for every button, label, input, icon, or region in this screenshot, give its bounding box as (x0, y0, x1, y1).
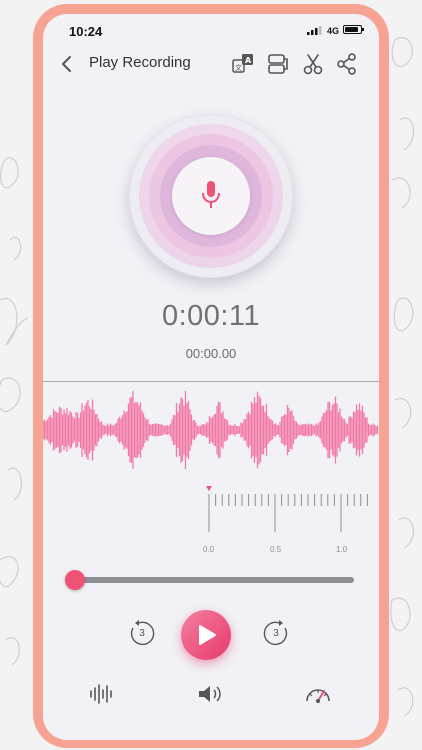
playhead-marker (206, 486, 212, 491)
volume-icon (199, 686, 221, 702)
trim-button[interactable] (301, 52, 325, 76)
translate-icon: A 文 (232, 54, 253, 73)
status-bar: 10:24 4G (43, 14, 379, 48)
document-icon (268, 54, 288, 74)
audio-waveform[interactable] (43, 382, 379, 478)
skip-forward-seconds: 3 (273, 628, 279, 639)
elapsed-time: 0:00:11 (161, 300, 261, 332)
back-button[interactable] (57, 52, 79, 76)
ruler-label-start: 0.0 (203, 545, 215, 554)
chevron-left-icon (62, 56, 71, 72)
waveform-button[interactable] (87, 681, 117, 707)
seek-thumb[interactable] (65, 570, 85, 590)
svg-text:文: 文 (235, 63, 242, 72)
app-screen: 10:24 4G Play Recording A 文 0:00:11 00:0… (43, 14, 379, 740)
battery-icon (343, 25, 364, 34)
ruler-label-mid: 0.5 (270, 545, 282, 554)
skip-back-seconds: 3 (139, 628, 145, 639)
svg-text:A: A (245, 56, 252, 65)
status-time: 10:24 (69, 24, 103, 39)
waveform-icon (90, 684, 112, 704)
speed-gauge-icon (306, 689, 330, 703)
skip-forward-button[interactable]: 3 (261, 619, 291, 649)
scissors-icon (303, 54, 323, 75)
play-icon (199, 625, 216, 645)
document-button[interactable] (265, 52, 289, 76)
play-button[interactable] (181, 610, 231, 660)
share-button[interactable] (335, 52, 359, 76)
timeline-ruler[interactable] (43, 484, 379, 554)
seek-bar[interactable] (74, 577, 354, 583)
share-icon (337, 53, 356, 75)
page-title: Play Recording (89, 54, 191, 71)
microphone-icon (202, 181, 220, 208)
skip-back-button[interactable]: 3 (127, 619, 157, 649)
ruler-label-end: 1.0 (336, 545, 348, 554)
volume-button[interactable] (195, 681, 225, 707)
playback-position: 00:00.00 (185, 346, 237, 361)
translate-button[interactable]: A 文 (231, 52, 255, 76)
speed-button[interactable] (303, 681, 333, 707)
signal-icon (307, 26, 322, 35)
network-label: 4G (327, 26, 340, 36)
